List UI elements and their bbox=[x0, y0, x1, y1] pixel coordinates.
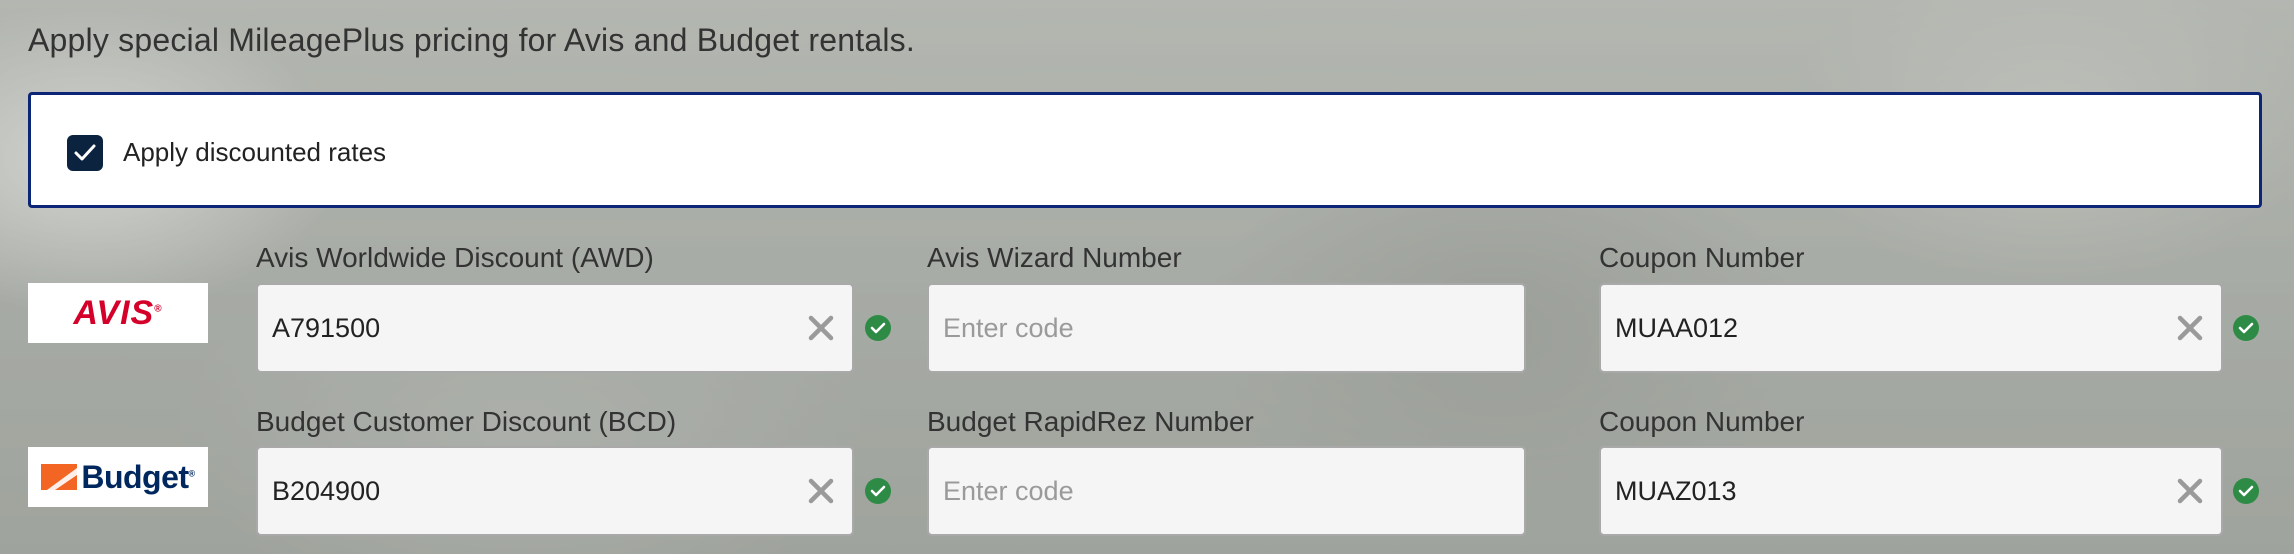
awd-label: Avis Worldwide Discount (AWD) bbox=[256, 242, 654, 273]
avis-coupon-label: Coupon Number bbox=[1599, 242, 1805, 273]
avis-coupon-value: MUAA012 bbox=[1615, 313, 1739, 343]
checkmark-icon bbox=[74, 144, 96, 161]
rapidrez-placeholder: Enter code bbox=[943, 476, 1074, 506]
avis-logo-text: AVIS bbox=[73, 293, 155, 332]
wizard-label: Avis Wizard Number bbox=[927, 242, 1182, 273]
bcd-input[interactable]: B204900 bbox=[256, 446, 854, 536]
apply-discount-checkbox[interactable] bbox=[67, 135, 103, 171]
clear-avis-coupon-icon[interactable] bbox=[2175, 313, 2205, 343]
avis-coupon-input[interactable]: MUAA012 bbox=[1599, 283, 2223, 373]
bcd-valid-icon bbox=[865, 478, 891, 504]
budget-coupon-label: Coupon Number bbox=[1599, 406, 1805, 437]
avis-coupon-valid-icon bbox=[2233, 315, 2259, 341]
bcd-value: B204900 bbox=[272, 476, 381, 506]
budget-logo-mark-icon bbox=[41, 464, 78, 490]
awd-value: A791500 bbox=[272, 313, 381, 343]
budget-logo: Budget® bbox=[28, 447, 208, 507]
bcd-label: Budget Customer Discount (BCD) bbox=[256, 406, 677, 437]
avis-logo: AVIS® bbox=[28, 283, 208, 343]
apply-discount-label[interactable]: Apply discounted rates bbox=[123, 137, 386, 168]
rental-discount-section: Apply special MileagePlus pricing for Av… bbox=[0, 0, 2294, 554]
wizard-number-input[interactable]: Enter code bbox=[927, 283, 1526, 373]
rapidrez-number-input[interactable]: Enter code bbox=[927, 446, 1526, 536]
awd-valid-icon bbox=[865, 315, 891, 341]
budget-coupon-input[interactable]: MUAZ013 bbox=[1599, 446, 2223, 536]
awd-input[interactable]: A791500 bbox=[256, 283, 854, 373]
budget-coupon-value: MUAZ013 bbox=[1615, 476, 1737, 506]
clear-bcd-icon[interactable] bbox=[806, 476, 836, 506]
budget-logo-text: Budget bbox=[81, 458, 189, 495]
section-heading: Apply special MileagePlus pricing for Av… bbox=[28, 22, 915, 58]
rapidrez-label: Budget RapidRez Number bbox=[927, 406, 1254, 437]
apply-discount-panel[interactable]: Apply discounted rates bbox=[28, 92, 2262, 208]
clear-awd-icon[interactable] bbox=[806, 313, 836, 343]
wizard-placeholder: Enter code bbox=[943, 313, 1074, 343]
budget-coupon-valid-icon bbox=[2233, 478, 2259, 504]
clear-budget-coupon-icon[interactable] bbox=[2175, 476, 2205, 506]
